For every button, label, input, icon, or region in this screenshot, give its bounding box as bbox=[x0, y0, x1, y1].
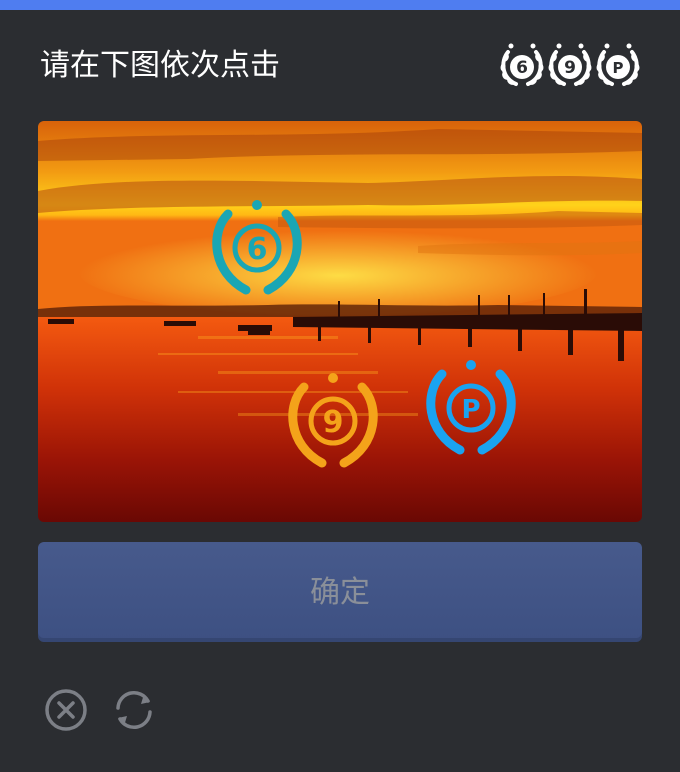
target-badge-9-icon: 9 bbox=[548, 43, 592, 86]
accent-bar bbox=[0, 0, 680, 10]
confirm-button[interactable]: 确定 bbox=[38, 542, 642, 642]
instruction-title: 请在下图依次点击 bbox=[40, 48, 280, 83]
svg-text:9: 9 bbox=[323, 405, 344, 440]
svg-text:6: 6 bbox=[516, 58, 528, 78]
svg-text:9: 9 bbox=[564, 58, 576, 78]
close-circle-icon[interactable] bbox=[40, 684, 92, 736]
sunset-pier-icon: 6 9 P bbox=[38, 121, 642, 522]
target-badge-6-icon: 6 bbox=[500, 43, 544, 86]
svg-text:6: 6 bbox=[247, 232, 268, 267]
captcha-image[interactable]: 6 9 P bbox=[38, 121, 642, 522]
target-badge-p-icon: P bbox=[596, 43, 640, 86]
svg-text:P: P bbox=[461, 395, 480, 425]
target-sequence: 6 9 P bbox=[498, 40, 642, 90]
refresh-icon[interactable] bbox=[108, 684, 160, 736]
captcha-dialog: 请在下图依次点击 6 9 P 6 9 P 确定 bbox=[0, 0, 680, 772]
svg-text:P: P bbox=[613, 59, 624, 77]
